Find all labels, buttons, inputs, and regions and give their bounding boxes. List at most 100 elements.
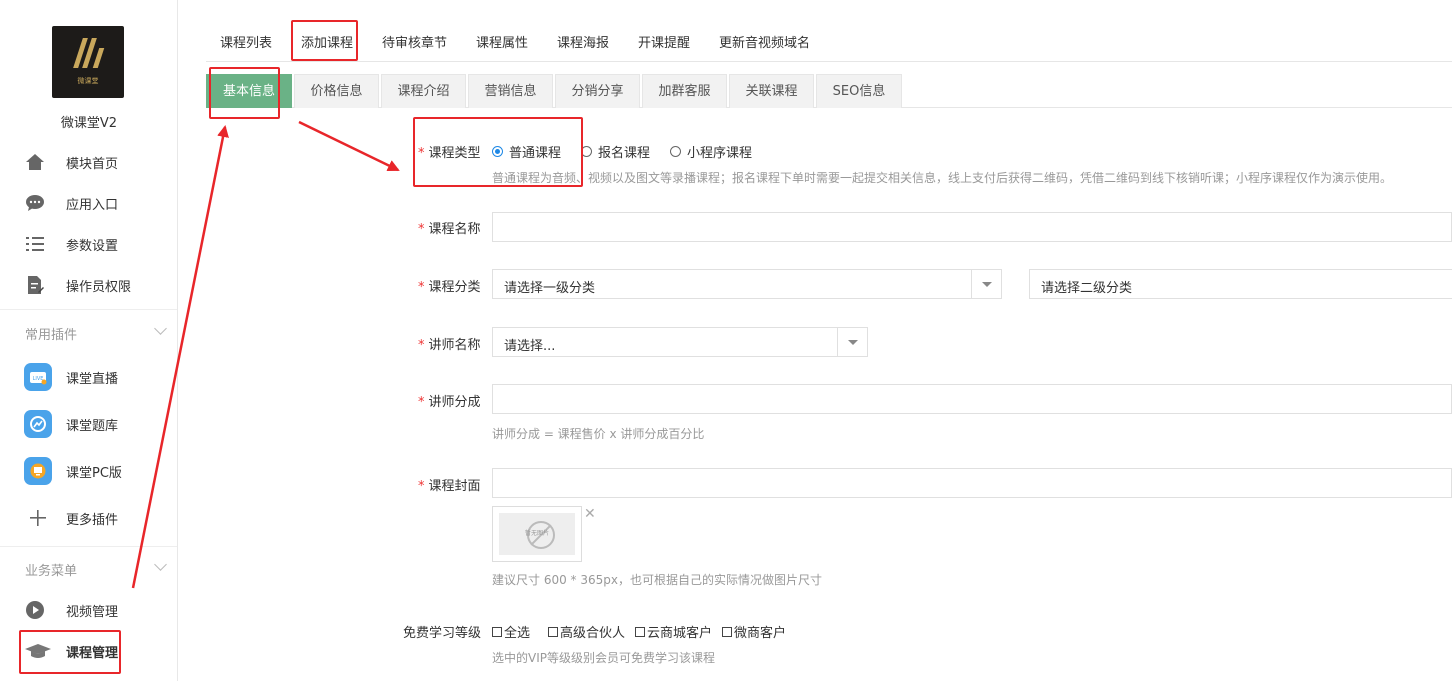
required-mark: *: [418, 338, 425, 353]
sidebar-item-label: 课堂PC版: [66, 465, 122, 481]
chevron-down-icon: [154, 322, 167, 335]
sidebar-item-label: 模块首页: [66, 156, 119, 172]
cover-hint: 建议尺寸 600 * 365px，也可根据自己的实际情况做图片尺寸: [492, 573, 822, 587]
app-root: 微课堂 微课堂V2 模块首页 应用入口 参数设置 操作员权限 常用插件 LIVE…: [0, 0, 1452, 681]
document-edit-icon: [25, 275, 45, 295]
teacher-name-select[interactable]: 请选择...: [492, 327, 868, 357]
sidebar-item-label: 操作员权限: [66, 279, 132, 295]
checkbox-label: 全选: [504, 626, 531, 641]
tab-add-course[interactable]: 添加课程: [301, 22, 353, 62]
sidebar-item-label: 更多插件: [66, 512, 119, 528]
subtab-related-courses[interactable]: 关联课程: [729, 74, 814, 108]
sidebar-item-label: 课程管理: [66, 645, 119, 661]
sidebar-item-course-management[interactable]: 课程管理: [0, 633, 177, 669]
tab-course-list[interactable]: 课程列表: [220, 22, 272, 62]
required-mark: *: [418, 395, 425, 410]
tab-course-attributes[interactable]: 课程属性: [476, 22, 528, 62]
radio-dot: [670, 146, 681, 157]
subtab-marketing-info[interactable]: 营销信息: [468, 74, 553, 108]
radio-dot: [492, 146, 503, 157]
section-business-menu[interactable]: 业务菜单: [0, 548, 177, 588]
sidebar-item-more-plugins[interactable]: 更多插件: [0, 499, 177, 537]
category-level2-select[interactable]: 请选择二级分类: [1029, 269, 1452, 299]
checkbox-cloud-mall-customer[interactable]: 云商城客户: [635, 622, 712, 641]
sidebar-divider: [0, 546, 177, 547]
sidebar-item-operator-permissions[interactable]: 操作员权限: [0, 267, 177, 303]
subtab-seo-info[interactable]: SEO信息: [816, 74, 902, 108]
course-name-input[interactable]: [492, 212, 1452, 242]
select-value: 请选择...: [504, 339, 556, 354]
subtab-course-intro[interactable]: 课程介绍: [381, 74, 466, 108]
tab-course-poster[interactable]: 课程海报: [557, 22, 609, 62]
home-icon: [25, 152, 45, 172]
subtab-distribution-share[interactable]: 分销分享: [555, 74, 640, 108]
chevron-down-icon[interactable]: [971, 270, 1001, 298]
top-tab-bar: 课程列表 添加课程 待审核章节 课程属性 课程海报 开课提醒 更新音视频域名: [206, 22, 1452, 62]
radio-label: 普通课程: [509, 146, 562, 161]
teacher-share-input[interactable]: [492, 384, 1452, 414]
radio-normal-course[interactable]: 普通课程: [492, 142, 561, 161]
free-level-hint: 选中的VIP等级级别会员可免费学习该课程: [492, 651, 715, 665]
checkbox-box: [722, 626, 732, 637]
section-common-plugins[interactable]: 常用插件: [0, 312, 177, 352]
cover-preview[interactable]: 暂无图片: [492, 506, 582, 562]
sidebar-divider: [0, 309, 177, 310]
sidebar-item-label: 课堂直播: [66, 371, 119, 387]
sidebar-item-settings[interactable]: 参数设置: [0, 226, 177, 262]
teacher-share-hint: 讲师分成 = 课程售价 x 讲师分成百分比: [492, 427, 705, 441]
sub-tab-bar: 基本信息 价格信息 课程介绍 营销信息 分销分享 加群客服 关联课程 SEO信息: [206, 74, 1452, 108]
subtab-basic-info[interactable]: 基本信息: [206, 74, 292, 108]
checkbox-select-all[interactable]: 全选: [492, 622, 530, 641]
sidebar-item-label: 应用入口: [66, 197, 119, 213]
select-value: 请选择二级分类: [1041, 281, 1133, 296]
sidebar-item-home[interactable]: 模块首页: [0, 144, 177, 180]
radio-label: 小程序课程: [687, 146, 753, 161]
course-name-label: * 课程名称: [418, 222, 481, 237]
no-image-placeholder: 暂无图片: [499, 513, 575, 555]
logo-caption: 微课堂: [77, 77, 99, 85]
section-label: 常用插件: [25, 328, 78, 343]
free-level-label: 免费学习等级: [403, 626, 482, 641]
required-mark: *: [418, 280, 425, 295]
checkbox-micro-business-customer[interactable]: 微商客户: [722, 622, 786, 641]
sidebar-item-question-bank[interactable]: 课堂题库: [0, 405, 177, 443]
chevron-down-icon: [154, 558, 167, 571]
checkbox-senior-partner[interactable]: 高级合伙人: [548, 622, 625, 641]
subtab-price-info[interactable]: 价格信息: [294, 74, 379, 108]
tab-pending-chapters[interactable]: 待审核章节: [382, 22, 447, 62]
sidebar-item-app-entry[interactable]: 应用入口: [0, 185, 177, 221]
course-category-label: * 课程分类: [418, 280, 481, 295]
teacher-name-label: * 讲师名称: [418, 338, 481, 353]
close-icon[interactable]: ✕: [584, 506, 596, 522]
app-logo: 微课堂: [52, 26, 124, 98]
sidebar: 微课堂 微课堂V2 模块首页 应用入口 参数设置 操作员权限 常用插件 LIVE…: [0, 0, 178, 681]
question-bank-icon: [24, 410, 52, 438]
tab-update-media-domain[interactable]: 更新音视频域名: [719, 22, 810, 62]
checkbox-label: 云商城客户: [647, 626, 713, 641]
radio-signup-course[interactable]: 报名课程: [581, 142, 650, 161]
category-level1-select[interactable]: 请选择一级分类: [492, 269, 1002, 299]
radio-miniprogram-course[interactable]: 小程序课程: [670, 142, 752, 161]
sidebar-item-live[interactable]: LIVE 课堂直播: [0, 358, 177, 396]
checkbox-label: 微商客户: [734, 626, 787, 641]
radio-label: 报名课程: [598, 146, 651, 161]
sidebar-item-label: 视频管理: [66, 604, 119, 620]
checkbox-box: [492, 626, 502, 637]
required-mark: *: [418, 479, 425, 494]
course-type-label: * 课程类型: [418, 146, 481, 161]
main-content: 课程列表 添加课程 待审核章节 课程属性 课程海报 开课提醒 更新音视频域名 基…: [206, 0, 1452, 681]
plus-icon: [28, 508, 48, 528]
chat-icon: [25, 193, 45, 213]
list-icon: [25, 234, 45, 254]
chevron-down-icon[interactable]: [837, 328, 867, 356]
sidebar-item-video-management[interactable]: 视频管理: [0, 592, 177, 628]
checkbox-box: [635, 626, 645, 637]
sidebar-item-pc-version[interactable]: 课堂PC版: [0, 452, 177, 490]
course-cover-input[interactable]: [492, 468, 1452, 498]
course-type-hint: 普通课程为音频、视频以及图文等录播课程；报名课程下单时需要一起提交相关信息，线上…: [492, 171, 1393, 185]
tab-class-reminder[interactable]: 开课提醒: [638, 22, 690, 62]
sidebar-item-label: 参数设置: [66, 238, 119, 254]
subtab-group-service[interactable]: 加群客服: [642, 74, 727, 108]
play-icon: [25, 600, 45, 620]
sidebar-item-label: 课堂题库: [66, 418, 119, 434]
